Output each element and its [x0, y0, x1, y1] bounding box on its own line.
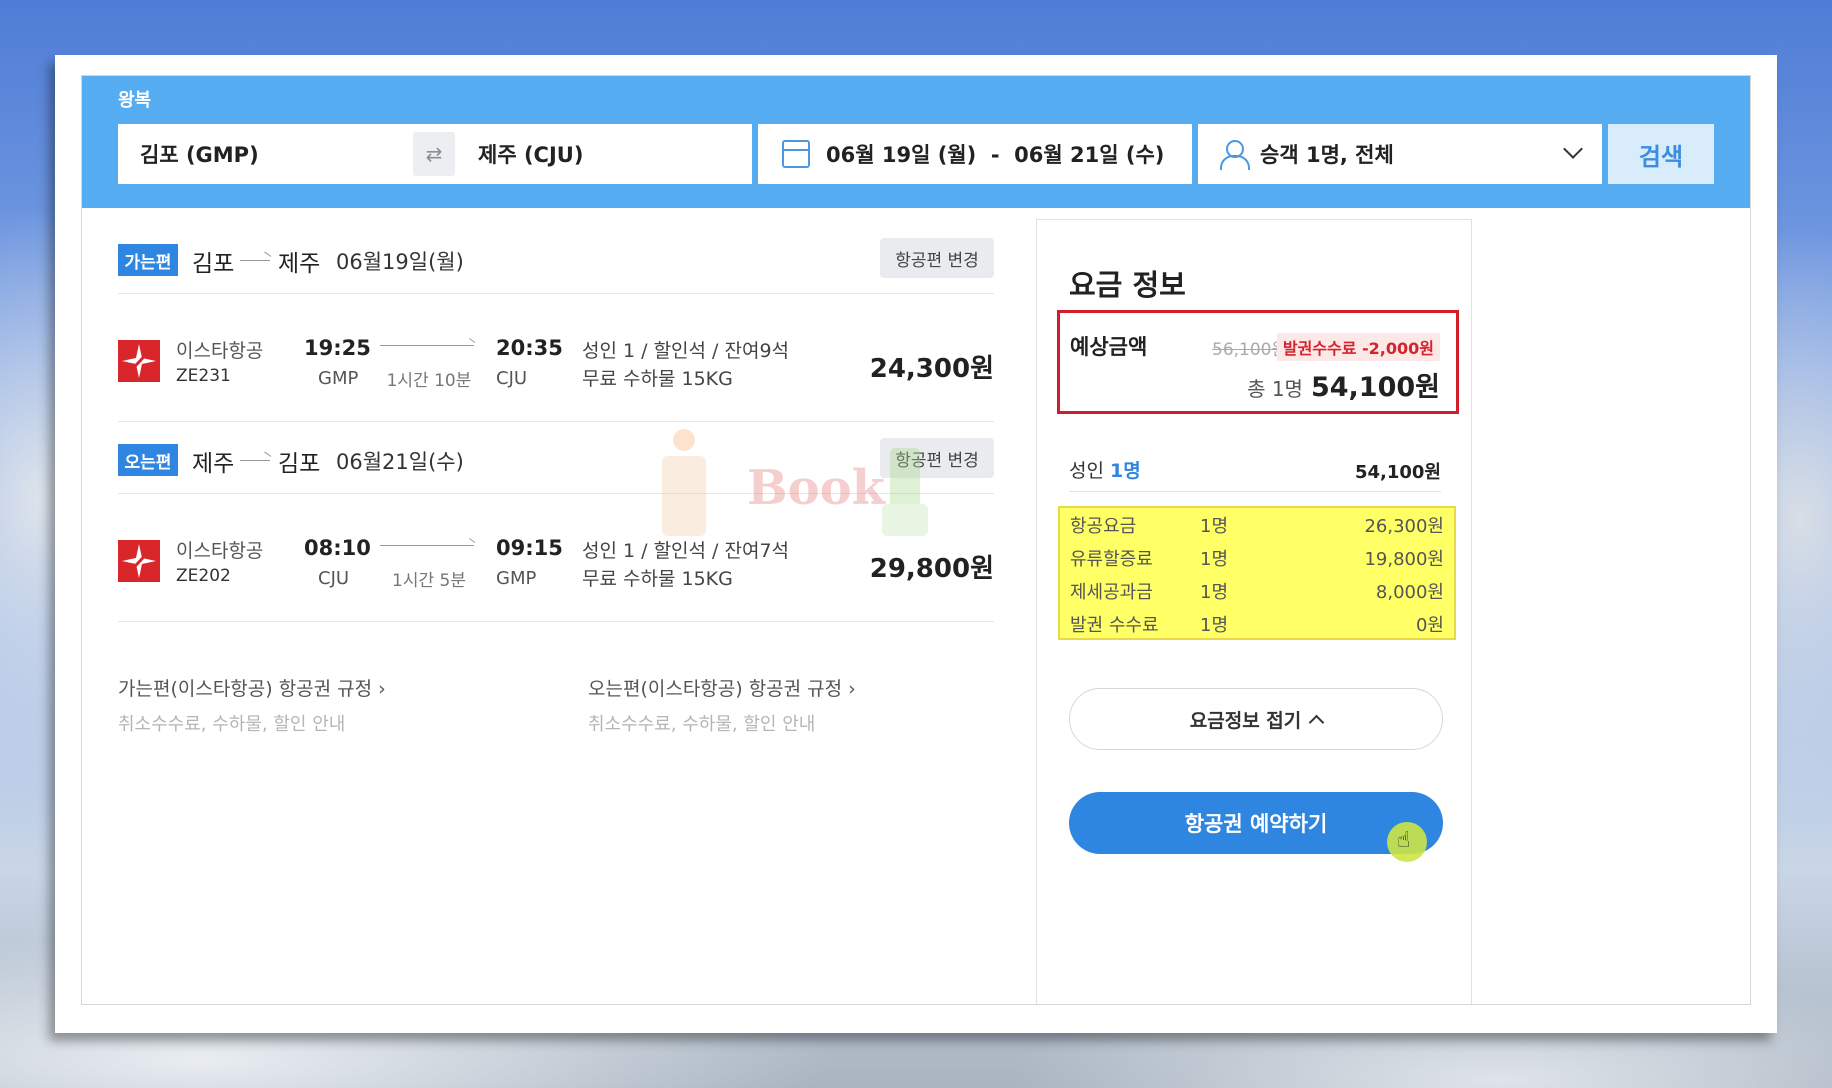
- departure-time: 08:10: [304, 536, 371, 560]
- segment-destination: 제주: [278, 251, 321, 277]
- breakdown-row: 발권 수수료 1명 0원: [1070, 607, 1444, 640]
- adult-amount: 54,100원: [1354, 462, 1441, 483]
- inbound-badge: 오는편: [118, 444, 178, 476]
- outbound-rules-subtext: 취소수수료, 수하물, 할인 안내: [118, 714, 346, 735]
- flight-duration: 1시간 10분: [386, 371, 472, 391]
- airline-name: 이스타항공: [176, 340, 264, 362]
- flight-row: 이스타항공 ZE231 19:25 GMP 1시간 10분 20:35 CJU …: [118, 298, 994, 422]
- original-price: 56,100원: [1212, 340, 1288, 360]
- breakdown-count: 1명: [1200, 581, 1229, 603]
- segment-origin: 제주: [192, 451, 235, 477]
- breakdown-amount: 0원: [1415, 614, 1444, 636]
- estimate-box: 예상금액 56,100원 발권수수료 -2,000원 총 1명 54,100원: [1057, 310, 1459, 414]
- user-icon: [1220, 140, 1250, 170]
- adult-count: 1명: [1110, 460, 1141, 482]
- seat-info: 성인 1 / 할인석 / 잔여9석: [582, 340, 790, 362]
- calendar-icon: [782, 140, 810, 168]
- outbound-badge: 가는편: [118, 244, 178, 276]
- breakdown-amount: 26,300원: [1364, 515, 1444, 537]
- breakdown-row: 제세공과금 1명 8,000원: [1070, 574, 1444, 607]
- adult-label: 성인 1명: [1069, 456, 1141, 483]
- destination-input[interactable]: 제주 (CJU): [478, 139, 583, 169]
- airline-logo-icon: [118, 540, 160, 582]
- arrow-right-icon: [240, 460, 270, 461]
- breakdown-amount: 8,000원: [1375, 581, 1444, 603]
- trip-type-label: 왕복: [118, 90, 152, 111]
- departure-code: CJU: [318, 568, 350, 589]
- departure-time: 19:25: [304, 336, 371, 360]
- book-ticket-label: 항공권 예약하기: [1184, 812, 1328, 836]
- arrow-right-icon: [240, 260, 270, 261]
- passenger-text: 승객 1명, 전체: [1260, 143, 1394, 167]
- date-field[interactable]: 06월 19일 (월) - 06월 21일 (수): [758, 124, 1192, 184]
- total-prefix: 총 1명: [1247, 377, 1303, 401]
- breakdown-amount: 19,800원: [1364, 548, 1444, 570]
- inbound-rules-link[interactable]: 오는편(이스타항공) 항공권 규정 ›: [588, 674, 856, 701]
- booking-page: 왕복 김포 (GMP) ⇄ 제주 (CJU) 06월 19일 (월) - 06월…: [81, 75, 1751, 1005]
- breakdown-name: 항공요금: [1070, 515, 1137, 537]
- breakdown-name: 유류할증료: [1070, 548, 1153, 570]
- segment-destination: 김포: [278, 451, 321, 477]
- breakdown-name: 제세공과금: [1070, 581, 1153, 603]
- collapse-fare-label: 요금정보 접기: [1189, 709, 1302, 732]
- swap-icon[interactable]: ⇄: [413, 132, 455, 176]
- flight-price: 24,300원: [869, 354, 994, 384]
- watermark-text: Book: [747, 460, 887, 516]
- seat-info: 성인 1 / 할인석 / 잔여7석: [582, 540, 790, 562]
- adult-label-text: 성인: [1069, 460, 1104, 482]
- breakdown-count: 1명: [1200, 515, 1229, 537]
- fare-info-panel: 요금 정보 예상금액 56,100원 발권수수료 -2,000원 총 1명 54…: [1036, 219, 1472, 1004]
- outbound-header: 가는편 김포 제주 06월19일(월) 항공편 변경: [118, 238, 994, 294]
- book-ticket-button[interactable]: 항공권 예약하기: [1069, 792, 1443, 862]
- flight-line: [380, 345, 474, 346]
- date-range-text: 06월 19일 (월) - 06월 21일 (수): [826, 143, 1165, 167]
- departure-code: GMP: [318, 368, 359, 389]
- breakdown-row: 유류할증료 1명 19,800원: [1070, 541, 1444, 574]
- fare-breakdown: 항공요금 1명 26,300원 유류할증료 1명 19,800원 제세공과금 1…: [1058, 506, 1456, 640]
- breakdown-count: 1명: [1200, 548, 1229, 570]
- breakdown-row: 항공요금 1명 26,300원: [1070, 508, 1444, 541]
- screenshot-frame: 왕복 김포 (GMP) ⇄ 제주 (CJU) 06월 19일 (월) - 06월…: [55, 55, 1777, 1033]
- origin-input[interactable]: 김포 (GMP): [140, 139, 259, 169]
- outbound-rules-link[interactable]: 가는편(이스타항공) 항공권 규정 ›: [118, 674, 386, 701]
- search-button[interactable]: 검색: [1608, 124, 1714, 184]
- fee-discount-badge: 발권수수료 -2,000원: [1276, 333, 1440, 361]
- breakdown-count: 1명: [1200, 614, 1229, 636]
- flight-number: ZE202: [176, 566, 231, 586]
- segment-date: 06월21일(수): [336, 450, 464, 474]
- adult-summary-row: 성인 1명 54,100원: [1069, 452, 1441, 492]
- baggage-info: 무료 수하물 15KG: [582, 568, 733, 590]
- flight-number: ZE231: [176, 366, 231, 386]
- segment-origin: 김포: [192, 251, 235, 277]
- arrival-time: 09:15: [496, 536, 563, 560]
- total-price: 54,100원: [1310, 372, 1440, 403]
- route-field[interactable]: 김포 (GMP) ⇄ 제주 (CJU): [118, 124, 752, 184]
- flight-duration: 1시간 5분: [392, 571, 466, 591]
- search-bar: 왕복 김포 (GMP) ⇄ 제주 (CJU) 06월 19일 (월) - 06월…: [82, 76, 1750, 208]
- book-watermark-logo: Book: [662, 429, 928, 536]
- change-flight-button[interactable]: 항공편 변경: [880, 238, 994, 278]
- estimate-total: 총 1명 54,100원: [1247, 365, 1440, 404]
- arrival-code: GMP: [496, 568, 537, 589]
- chevron-up-icon: [1308, 714, 1325, 730]
- flight-price: 29,800원: [869, 554, 994, 584]
- breakdown-name: 발권 수수료: [1070, 614, 1159, 636]
- airline-name: 이스타항공: [176, 540, 264, 562]
- fare-title: 요금 정보: [1069, 268, 1186, 302]
- flight-line: [380, 545, 474, 546]
- airline-logo-icon: [118, 340, 160, 382]
- passenger-field[interactable]: 승객 1명, 전체: [1198, 124, 1602, 184]
- collapse-fare-button[interactable]: 요금정보 접기: [1069, 688, 1443, 750]
- inbound-rules-subtext: 취소수수료, 수하물, 할인 안내: [588, 714, 816, 735]
- estimate-label: 예상금액: [1070, 335, 1148, 359]
- arrival-time: 20:35: [496, 336, 563, 360]
- chevron-down-icon: [1563, 139, 1583, 159]
- baggage-info: 무료 수하물 15KG: [582, 368, 733, 390]
- pointer-cursor-icon: [1387, 822, 1427, 862]
- segment-date: 06월19일(월): [336, 250, 464, 274]
- arrival-code: CJU: [496, 368, 528, 389]
